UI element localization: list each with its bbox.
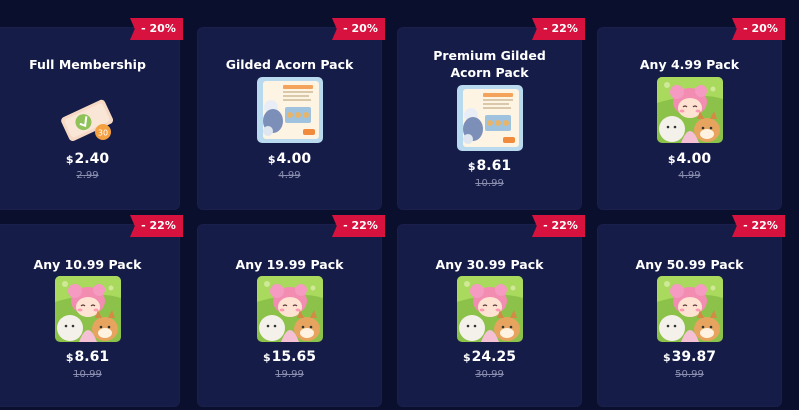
character-pack-thumbnail [457,276,523,342]
character-pack-thumbnail [257,276,323,342]
character-pack-thumbnail [657,77,723,143]
original-price: 50.99 [675,369,704,380]
pack-card-any-4-99[interactable]: - 20% Any 4.99 Pack $4.00 4.99 [597,18,785,210]
premium-gilded-acorn-pack-thumbnail [457,85,523,151]
sale-price: $4.00 [667,151,712,167]
pack-card-any-50-99[interactable]: - 22% Any 50.99 Pack $39.87 50.99 [597,215,785,407]
discount-ribbon: - 22% [130,215,183,237]
discount-ribbon: - 20% [732,18,785,40]
pack-title: Full Membership [29,57,146,72]
pack-card-any-30-99[interactable]: - 22% Any 30.99 Pack $24.25 30.99 [397,215,585,407]
gilded-acorn-pack-thumbnail [257,77,323,143]
discount-ribbon: - 22% [532,18,585,40]
pack-title: Any 50.99 Pack [635,257,744,272]
pack-title: Gilded Acorn Pack [225,57,354,72]
character-pack-thumbnail [657,276,723,342]
original-price: 10.99 [475,178,504,189]
sale-price: $4.00 [267,151,312,167]
sale-price: $39.87 [663,349,716,365]
original-price: 4.99 [678,170,701,181]
pack-card-any-10-99[interactable]: - 22% Any 10.99 Pack $8.61 10.99 [0,215,183,407]
sale-price: $2.40 [65,151,110,167]
discount-ribbon: - 22% [532,215,585,237]
original-price: 2.99 [76,170,99,181]
original-price: 30.99 [475,369,504,380]
pack-card-gilded-acorn[interactable]: - 20% Gilded Acorn Pack $4.00 4.99 [197,18,385,210]
discount-ribbon: - 20% [332,18,385,40]
pack-card-full-membership[interactable]: - 20% Full Membership $2.40 2.99 [0,18,183,210]
membership-ticket-icon [55,87,121,153]
pack-card-premium-gilded-acorn[interactable]: - 22% Premium Gilded Acorn Pack $8.61 10… [397,18,585,210]
sale-price: $15.65 [263,349,316,365]
pack-title: Any 30.99 Pack [435,257,544,272]
sale-price: $24.25 [463,349,516,365]
original-price: 19.99 [275,369,304,380]
original-price: 10.99 [73,369,102,380]
discount-ribbon: - 20% [130,18,183,40]
sale-price: $8.61 [65,349,110,365]
pack-title: Premium Gilded Acorn Pack [433,48,546,80]
pack-title: Any 4.99 Pack [639,57,740,72]
discount-ribbon: - 22% [332,215,385,237]
pack-card-any-19-99[interactable]: - 22% Any 19.99 Pack $15.65 19.99 [197,215,385,407]
discount-ribbon: - 22% [732,215,785,237]
pack-title: Any 19.99 Pack [235,257,344,272]
sale-price: $8.61 [467,158,512,174]
pack-title: Any 10.99 Pack [33,257,142,272]
original-price: 4.99 [278,170,301,181]
character-pack-thumbnail [55,276,121,342]
